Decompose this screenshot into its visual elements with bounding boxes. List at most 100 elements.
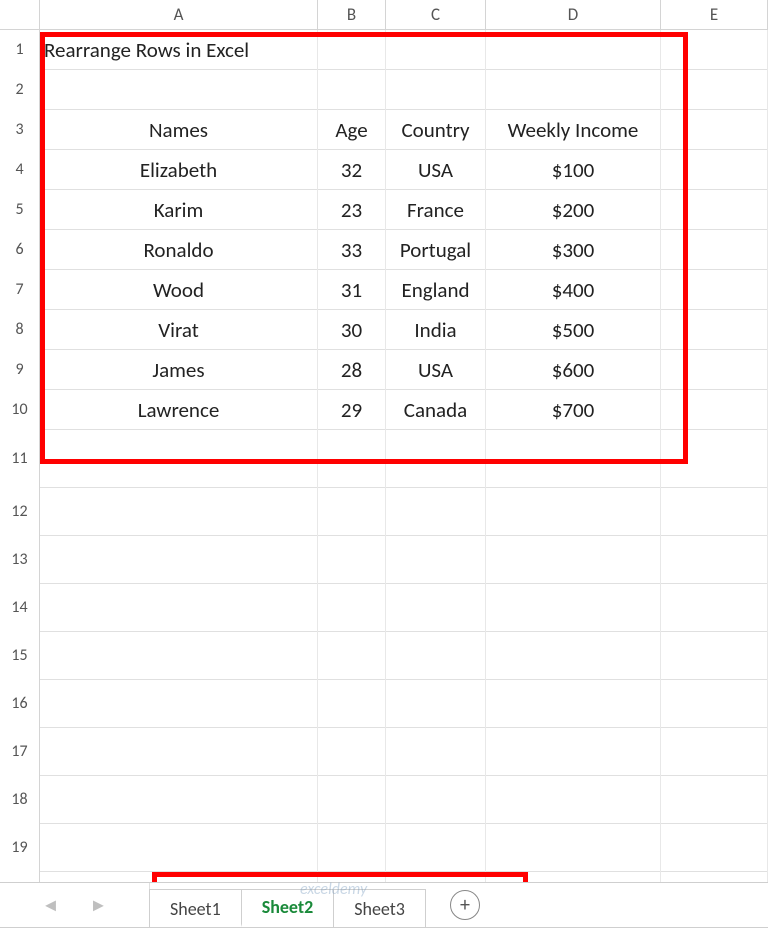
- sheet-tab-sheet1[interactable]: Sheet1: [149, 889, 242, 927]
- cell-E5[interactable]: [661, 190, 768, 230]
- cell-A6[interactable]: Ronaldo: [40, 230, 318, 270]
- row-header-5[interactable]: 5: [0, 190, 40, 230]
- row-header-11[interactable]: 11: [0, 430, 40, 488]
- cell-D14[interactable]: [486, 584, 661, 632]
- cell-C18[interactable]: [386, 776, 486, 824]
- cell-B3[interactable]: Age: [318, 110, 386, 150]
- cell-A11[interactable]: [40, 430, 318, 488]
- cell-A15[interactable]: [40, 632, 318, 680]
- column-header-A[interactable]: A: [40, 0, 318, 29]
- cell-C12[interactable]: [386, 488, 486, 536]
- cell-A9[interactable]: James: [40, 350, 318, 390]
- cell-D10[interactable]: $700: [486, 390, 661, 430]
- nav-prev-icon[interactable]: ◄: [42, 894, 60, 916]
- row-header-15[interactable]: 15: [0, 632, 40, 680]
- cell-C8[interactable]: India: [386, 310, 486, 350]
- cell-B4[interactable]: 32: [318, 150, 386, 190]
- cell-D5[interactable]: $200: [486, 190, 661, 230]
- cell-A7[interactable]: Wood: [40, 270, 318, 310]
- cell-C14[interactable]: [386, 584, 486, 632]
- cell-C7[interactable]: England: [386, 270, 486, 310]
- column-header-E[interactable]: E: [661, 0, 768, 29]
- row-header-8[interactable]: 8: [0, 310, 40, 350]
- cell-A4[interactable]: Elizabeth: [40, 150, 318, 190]
- cell-E9[interactable]: [661, 350, 768, 390]
- cell-A10[interactable]: Lawrence: [40, 390, 318, 430]
- cell-D2[interactable]: [486, 70, 661, 110]
- row-header-17[interactable]: 17: [0, 728, 40, 776]
- cell-B1[interactable]: [318, 30, 386, 70]
- cell-A8[interactable]: Virat: [40, 310, 318, 350]
- row-header-9[interactable]: 9: [0, 350, 40, 390]
- cell-C9[interactable]: USA: [386, 350, 486, 390]
- cell-E16[interactable]: [661, 680, 768, 728]
- cell-D15[interactable]: [486, 632, 661, 680]
- sheet-tab-sheet3[interactable]: Sheet3: [333, 889, 426, 927]
- cell-D17[interactable]: [486, 728, 661, 776]
- cell-C15[interactable]: [386, 632, 486, 680]
- cell-C17[interactable]: [386, 728, 486, 776]
- cell-E3[interactable]: [661, 110, 768, 150]
- row-header-16[interactable]: 16: [0, 680, 40, 728]
- cell-D1[interactable]: [486, 30, 661, 70]
- cell-E11[interactable]: [661, 430, 768, 488]
- cell-C10[interactable]: Canada: [386, 390, 486, 430]
- cell-B17[interactable]: [318, 728, 386, 776]
- cell-E15[interactable]: [661, 632, 768, 680]
- cell-E18[interactable]: [661, 776, 768, 824]
- row-header-2[interactable]: 2: [0, 70, 40, 110]
- cell-D9[interactable]: $600: [486, 350, 661, 390]
- cell-E2[interactable]: [661, 70, 768, 110]
- cell-E7[interactable]: [661, 270, 768, 310]
- cell-A12[interactable]: [40, 488, 318, 536]
- cell-E10[interactable]: [661, 390, 768, 430]
- cell-C11[interactable]: [386, 430, 486, 488]
- nav-next-icon[interactable]: ►: [90, 894, 108, 916]
- cell-E12[interactable]: [661, 488, 768, 536]
- column-header-C[interactable]: C: [386, 0, 486, 29]
- cell-E8[interactable]: [661, 310, 768, 350]
- cell-E1[interactable]: [661, 30, 768, 70]
- cell-E13[interactable]: [661, 536, 768, 584]
- cell-B14[interactable]: [318, 584, 386, 632]
- cell-C5[interactable]: France: [386, 190, 486, 230]
- cell-B8[interactable]: 30: [318, 310, 386, 350]
- cell-C4[interactable]: USA: [386, 150, 486, 190]
- cell-D8[interactable]: $500: [486, 310, 661, 350]
- cell-D16[interactable]: [486, 680, 661, 728]
- row-header-3[interactable]: 3: [0, 110, 40, 150]
- cell-C6[interactable]: Portugal: [386, 230, 486, 270]
- cell-D3[interactable]: Weekly Income: [486, 110, 661, 150]
- cell-C1[interactable]: [386, 30, 486, 70]
- column-header-D[interactable]: D: [486, 0, 661, 29]
- cell-A14[interactable]: [40, 584, 318, 632]
- cell-B18[interactable]: [318, 776, 386, 824]
- row-header-10[interactable]: 10: [0, 390, 40, 430]
- cell-C13[interactable]: [386, 536, 486, 584]
- cell-D13[interactable]: [486, 536, 661, 584]
- cell-B9[interactable]: 28: [318, 350, 386, 390]
- cell-A17[interactable]: [40, 728, 318, 776]
- cell-A16[interactable]: [40, 680, 318, 728]
- cell-D19[interactable]: [486, 824, 661, 872]
- cell-A5[interactable]: Karim: [40, 190, 318, 230]
- cell-A3[interactable]: Names: [40, 110, 318, 150]
- column-header-B[interactable]: B: [318, 0, 386, 29]
- cell-E4[interactable]: [661, 150, 768, 190]
- cell-C3[interactable]: Country: [386, 110, 486, 150]
- cell-B19[interactable]: [318, 824, 386, 872]
- cell-E17[interactable]: [661, 728, 768, 776]
- cell-D12[interactable]: [486, 488, 661, 536]
- add-sheet-button[interactable]: +: [450, 890, 480, 920]
- cell-D7[interactable]: $400: [486, 270, 661, 310]
- cell-C2[interactable]: [386, 70, 486, 110]
- row-header-13[interactable]: 13: [0, 536, 40, 584]
- cell-D6[interactable]: $300: [486, 230, 661, 270]
- cell-C16[interactable]: [386, 680, 486, 728]
- cell-D11[interactable]: [486, 430, 661, 488]
- cell-A2[interactable]: [40, 70, 318, 110]
- sheet-nav-arrows[interactable]: ◄ ►: [0, 883, 150, 927]
- cell-A13[interactable]: [40, 536, 318, 584]
- cell-B15[interactable]: [318, 632, 386, 680]
- cell-B10[interactable]: 29: [318, 390, 386, 430]
